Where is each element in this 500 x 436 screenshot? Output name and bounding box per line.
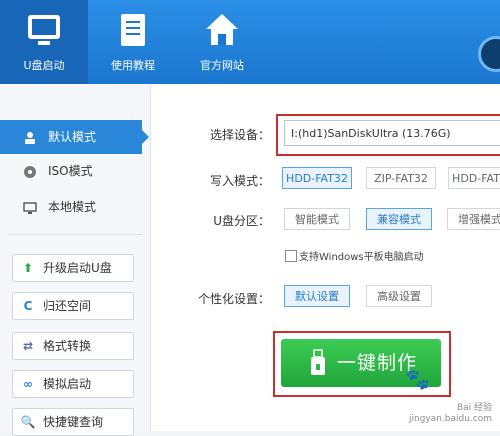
mode-label: 默认模式 (48, 130, 97, 144)
upgrade-usb-button[interactable]: ⬆ 升级启动U盘 (12, 254, 134, 282)
link-icon: ∞ (23, 377, 33, 391)
desktop-icon (22, 190, 38, 224)
nav-label: U盘启动 (23, 59, 65, 72)
top-nav-bar: U盘启动 使用教程 官方网站 (0, 0, 500, 84)
mode-label: 本地模式 (48, 200, 97, 214)
mode-iso[interactable]: ISO模式 (0, 154, 150, 188)
document-icon (121, 14, 145, 46)
advanced-settings-button[interactable]: 高级设置 (366, 285, 432, 307)
format-convert-button[interactable]: ⇄ 格式转换 (12, 332, 134, 360)
nav-tutorial[interactable]: 使用教程 (88, 0, 178, 84)
arrow-up-icon: ⬆ (22, 261, 34, 275)
avatar[interactable] (478, 36, 500, 72)
device-label: 选择设备： (209, 128, 270, 142)
home-icon (206, 14, 238, 45)
tablet-boot-label: 支持Windows平板电脑启动 (299, 252, 424, 263)
watermark-line1: Bai 经验 (456, 403, 492, 413)
partition-enhanced[interactable]: 增强模式 (447, 208, 500, 230)
simulate-boot-button[interactable]: ∞ 模拟启动 (12, 370, 134, 398)
mode-local[interactable]: 本地模式 (0, 190, 150, 224)
partition-compatible[interactable]: 兼容模式 (366, 208, 432, 230)
personalize-label: 个性化设置： (197, 292, 270, 306)
tablet-boot-checkbox[interactable] (285, 250, 297, 262)
nav-usb-boot[interactable]: U盘启动 (0, 0, 88, 84)
mode-label: ISO模式 (48, 164, 93, 178)
swap-icon: ⇄ (22, 339, 34, 353)
partition-label: U盘分区： (213, 214, 270, 228)
function-label: 模拟启动 (43, 377, 92, 391)
nav-label: 官方网站 (200, 59, 244, 72)
write-mode-hdd-fat16[interactable]: HDD-FAT16 (448, 167, 500, 189)
write-mode-hdd-fat32[interactable]: HDD-FAT32 (282, 167, 352, 189)
disc-icon (22, 154, 38, 188)
function-label: 格式转换 (43, 339, 92, 353)
user-icon (22, 120, 38, 154)
partition-smart[interactable]: 智能模式 (284, 208, 350, 230)
function-label: 升级启动U盘 (43, 261, 112, 275)
search-icon: 🔍 (20, 415, 36, 429)
mode-default[interactable]: 默认模式 (0, 120, 149, 154)
write-mode-zip-fat32[interactable]: ZIP-FAT32 (366, 167, 436, 189)
function-label: 归还空间 (43, 299, 92, 313)
monitor-icon (28, 15, 60, 45)
watermark: Bai 经验 jingyan.baidu.com (409, 403, 492, 425)
write-mode-label: 写入模式： (209, 174, 270, 188)
refresh-icon: C (23, 299, 33, 313)
device-select[interactable]: I:(hd1)SanDiskUltra (13.76G) (284, 120, 500, 146)
paw-icon: 🐾 (405, 367, 430, 391)
restore-space-button[interactable]: C 归还空间 (12, 292, 134, 320)
hotkey-query-button[interactable]: 🔍 快捷键查询 (12, 408, 134, 436)
usb-icon (311, 349, 325, 375)
default-settings-button[interactable]: 默认设置 (284, 285, 350, 307)
nav-label: 使用教程 (111, 59, 155, 72)
watermark-line2: jingyan.baidu.com (408, 414, 492, 424)
function-label: 快捷键查询 (43, 415, 104, 429)
divider (8, 234, 142, 235)
nav-official-site[interactable]: 官方网站 (178, 0, 266, 84)
